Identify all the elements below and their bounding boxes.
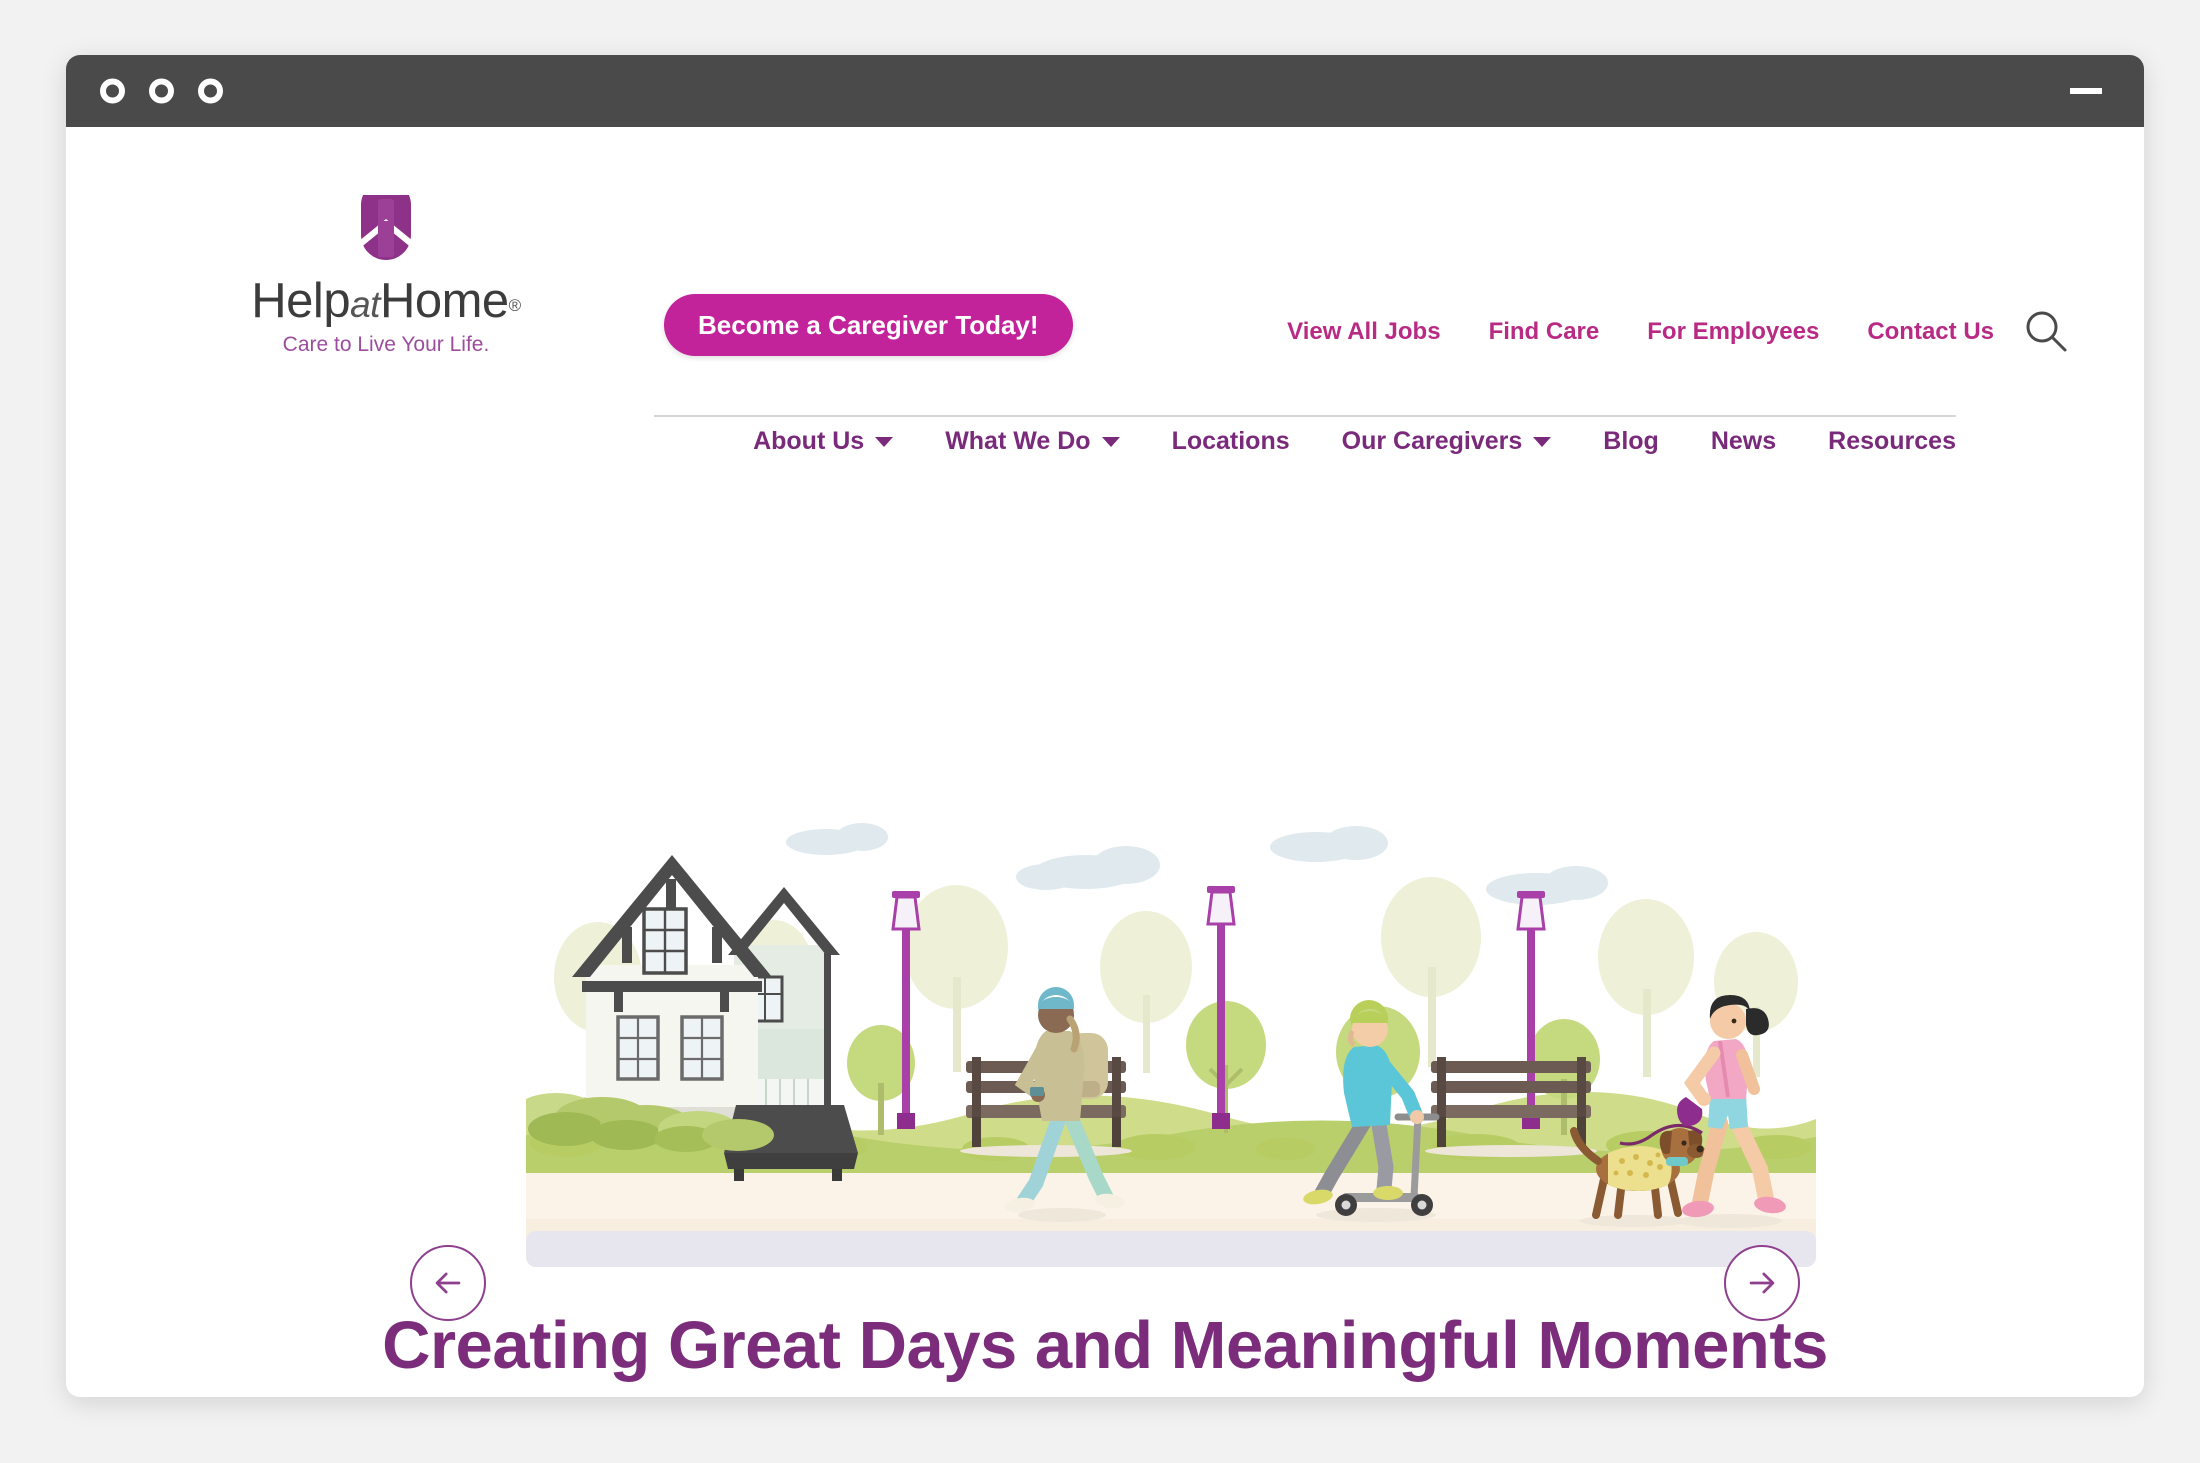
registered-mark: ®: [508, 296, 522, 315]
page-content: HelpatHome® Care to Live Your Life. Beco…: [66, 127, 2144, 1397]
help-at-home-logo-icon: [355, 180, 417, 273]
logo[interactable]: HelpatHome® Care to Live Your Life.: [251, 180, 521, 357]
utility-nav-for-employees[interactable]: For Employees: [1647, 318, 1819, 346]
utility-nav: View All Jobs Find Care For Employees Co…: [1287, 318, 1994, 346]
page-title: Creating Great Days and Meaningful Momen…: [382, 1308, 1828, 1383]
minimize-dot-icon[interactable]: [149, 78, 174, 104]
window-controls: [100, 78, 223, 104]
maximize-dot-icon[interactable]: [198, 78, 223, 104]
become-a-caregiver-button[interactable]: Become a Caregiver Today!: [664, 294, 1073, 356]
utility-nav-view-all-jobs[interactable]: View All Jobs: [1287, 318, 1440, 346]
screenshot-root: HelpatHome® Care to Live Your Life. Beco…: [0, 0, 2200, 1463]
logo-wordmark: HelpatHome®: [251, 277, 521, 326]
hero-illustration: [526, 817, 1816, 1267]
close-dot-icon[interactable]: [100, 78, 125, 104]
site-header: HelpatHome® Care to Live Your Life. Beco…: [66, 127, 2144, 455]
search-icon[interactable]: [2020, 306, 2072, 358]
logo-tagline: Care to Live Your Life.: [282, 333, 490, 356]
arrow-right-icon: [1749, 1272, 1775, 1294]
window-titlebar: [66, 55, 2144, 127]
utility-nav-find-care[interactable]: Find Care: [1489, 318, 1600, 346]
browser-window: HelpatHome® Care to Live Your Life. Beco…: [66, 55, 2144, 1397]
minimize-icon[interactable]: [2070, 88, 2102, 94]
arrow-left-icon: [435, 1272, 461, 1294]
logo-help: Help: [251, 274, 351, 328]
logo-home: Home: [379, 274, 509, 328]
logo-at: at: [350, 284, 380, 325]
hero-section: Creating Great Days and Meaningful Momen…: [66, 357, 2144, 1397]
utility-nav-contact-us[interactable]: Contact Us: [1867, 318, 1994, 346]
